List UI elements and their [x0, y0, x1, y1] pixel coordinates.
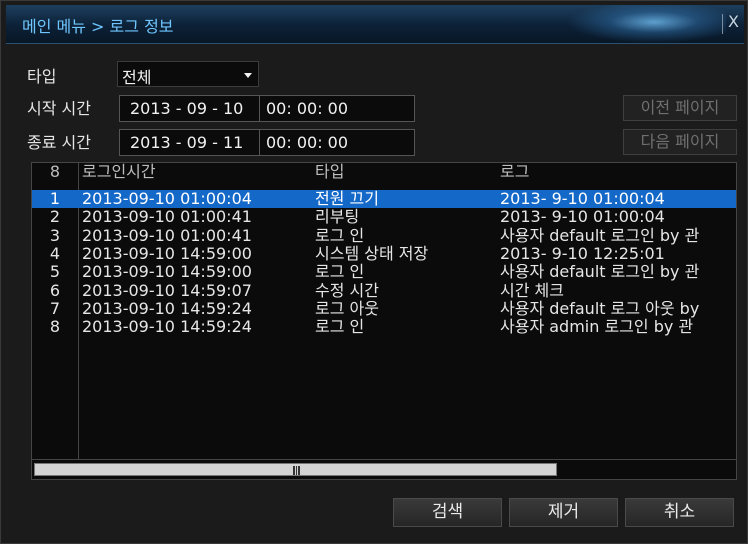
row-type: 로그 인 — [315, 262, 365, 282]
horizontal-scrollbar[interactable] — [32, 459, 736, 479]
row-number: 6 — [49, 280, 61, 300]
header-log[interactable]: 로그 — [500, 163, 529, 181]
table-row[interactable]: 3 2013-09-10 01:00:41 로그 인 사용자 default 로그인 … — [32, 225, 736, 245]
row-type: 시스템 상태 저장 — [315, 243, 429, 263]
prev-page-button[interactable]: 이전 페이지 — [623, 95, 737, 121]
row-type: 리부팅 — [315, 207, 360, 227]
table-row[interactable]: 1 2013-09-10 01:00:04 전원 끄기 2013- 9-10 01:0… — [32, 190, 736, 208]
window-title: 메인 메뉴 > 로그 정보 — [22, 17, 174, 36]
end-date-field[interactable]: 2013 - 09 - 11 — [119, 129, 259, 156]
row-type: 수정 시간 — [315, 280, 379, 300]
row-type: 전원 끄기 — [315, 189, 379, 208]
type-label: 타입 — [27, 67, 57, 86]
row-login-time: 2013-09-10 14:59:00 — [82, 243, 252, 263]
table-row[interactable]: 7 2013-09-10 14:59:24 로그 아웃 사용자 default 로그 … — [32, 298, 736, 318]
row-log: 사용자 default 로그인 by 관 — [500, 262, 700, 282]
row-log: 2013- 9-10 01:00:04 — [500, 189, 665, 208]
row-number: 7 — [49, 298, 61, 318]
table-row[interactable]: 6 2013-09-10 14:59:07 수정 시간 시간 체크 — [32, 280, 736, 300]
row-number: 1 — [49, 189, 61, 208]
end-time-label: 종료 시간 — [27, 133, 91, 152]
table-row[interactable]: 5 2013-09-10 14:59:00 로그 인 사용자 default 로그인 … — [32, 263, 736, 281]
row-login-time: 2013-09-10 01:00:41 — [82, 207, 252, 227]
log-table: 8 로그인시간 타입 로그 1 2013-09-10 01:00:04 전원 끄기 2… — [31, 162, 737, 480]
row-type: 로그 아웃 — [315, 298, 379, 318]
row-log: 사용자 default 로그인 by 관 — [500, 225, 700, 245]
row-login-time: 2013-09-10 14:59:00 — [82, 262, 252, 282]
row-number: 3 — [49, 225, 61, 245]
type-dropdown-value: 전체 — [122, 68, 152, 87]
row-number: 4 — [49, 243, 61, 263]
scrollbar-thumb[interactable] — [34, 463, 557, 476]
row-type: 로그 인 — [315, 317, 365, 337]
header-type[interactable]: 타입 — [315, 163, 344, 181]
end-time-field[interactable]: 00: 00: 00 — [259, 129, 415, 156]
header-login-time[interactable]: 로그인시간 — [82, 163, 156, 181]
title-bar: 메인 메뉴 > 로그 정보 X — [6, 5, 744, 44]
row-log: 사용자 admin 로그인 by 관 — [500, 317, 694, 337]
row-login-time: 2013-09-10 14:59:24 — [82, 298, 252, 318]
title-separator — [722, 14, 723, 34]
title-bar-glow — [566, 5, 726, 43]
start-time-field[interactable]: 00: 00: 00 — [259, 95, 415, 122]
row-login-time: 2013-09-10 14:59:24 — [82, 317, 252, 337]
row-log: 2013- 9-10 12:25:01 — [500, 243, 665, 263]
table-row[interactable]: 4 2013-09-10 14:59:00 시스템 상태 저장 2013- 9-10 … — [32, 243, 736, 263]
row-login-time: 2013-09-10 01:00:04 — [82, 189, 252, 208]
row-login-time: 2013-09-10 14:59:07 — [82, 280, 252, 300]
row-number: 5 — [49, 262, 61, 282]
row-number: 2 — [49, 207, 61, 227]
row-number: 8 — [49, 317, 61, 337]
table-header: 8 로그인시간 타입 로그 — [32, 163, 736, 181]
log-info-window: 메인 메뉴 > 로그 정보 X 타입 전체 시작 시간 2013 - 09 - … — [0, 0, 748, 544]
table-row[interactable]: 8 2013-09-10 14:59:24 로그 인 사용자 admin 로그인 by… — [32, 318, 736, 336]
type-dropdown[interactable]: 전체 — [117, 61, 259, 87]
row-type: 로그 인 — [315, 225, 365, 245]
delete-button[interactable]: 제거 — [509, 498, 618, 527]
next-page-button[interactable]: 다음 페이지 — [623, 129, 737, 155]
grip-icon — [293, 466, 300, 475]
row-log: 사용자 default 로그 아웃 by — [500, 298, 700, 318]
search-button[interactable]: 검색 — [393, 498, 502, 527]
start-date-field[interactable]: 2013 - 09 - 10 — [119, 95, 259, 122]
cancel-button[interactable]: 취소 — [625, 498, 734, 527]
row-login-time: 2013-09-10 01:00:41 — [82, 225, 252, 245]
table-row[interactable]: 2 2013-09-10 01:00:41 리부팅 2013- 9-10 01:00:… — [32, 208, 736, 226]
row-count: 8 — [49, 162, 61, 181]
close-icon[interactable]: X — [728, 12, 739, 31]
row-log: 시간 체크 — [500, 280, 564, 300]
chevron-down-icon — [244, 73, 252, 78]
start-time-label: 시작 시간 — [27, 99, 91, 118]
row-log: 2013- 9-10 01:00:04 — [500, 207, 665, 227]
